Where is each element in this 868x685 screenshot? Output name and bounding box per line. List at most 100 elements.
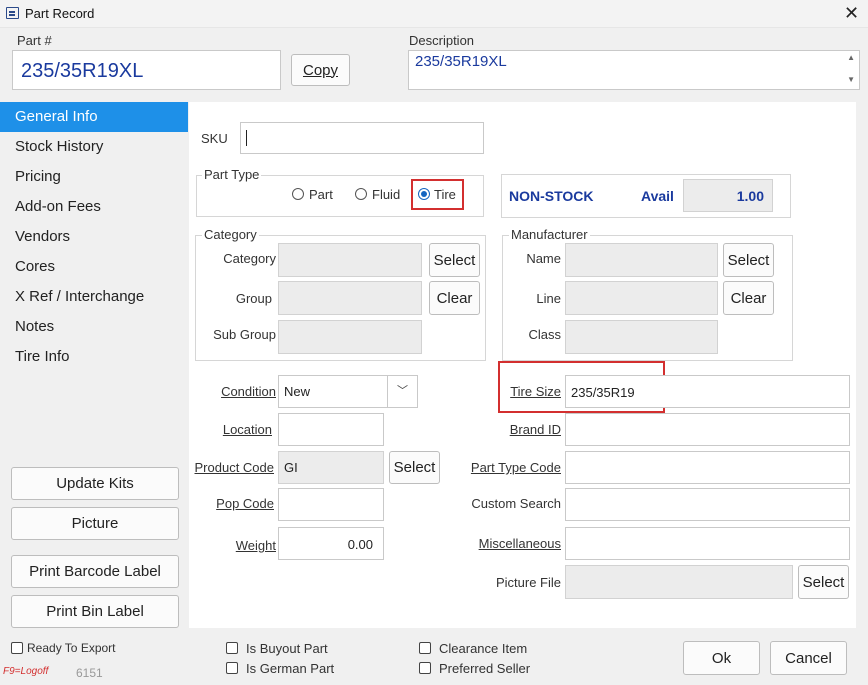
is-german-label: Is German Part: [246, 661, 335, 676]
weight-label: Weight: [196, 538, 276, 553]
picture-file-field: [565, 565, 793, 599]
stock-status: NON-STOCK: [509, 188, 594, 204]
nav-add-on-fees[interactable]: Add-on Fees: [0, 192, 188, 222]
pop-code-label-text: Pop Code: [216, 496, 274, 511]
condition-label: Condition: [196, 384, 276, 399]
clearance-label: Clearance Item: [439, 641, 528, 656]
nav-vendors[interactable]: Vendors: [0, 222, 188, 252]
custom-search-label: Custom Search: [471, 496, 561, 511]
print-bin-label-button[interactable]: Print Bin Label: [11, 595, 179, 628]
part-number-label: Part #: [17, 33, 52, 48]
close-icon[interactable]: ✕: [844, 3, 859, 24]
product-code-select-button[interactable]: Select: [389, 451, 440, 484]
location-label: Location: [196, 422, 272, 437]
class-field: [565, 320, 718, 354]
print-barcode-label-button[interactable]: Print Barcode Label: [11, 555, 179, 588]
cancel-button[interactable]: Cancel: [770, 641, 847, 675]
part-type-code-input[interactable]: [565, 451, 850, 484]
group-field: [278, 281, 422, 315]
group-label: Group: [235, 291, 272, 306]
nav-stock-history[interactable]: Stock History: [0, 132, 188, 162]
condition-value: New: [284, 384, 311, 399]
category-clear-button[interactable]: Clear: [429, 281, 480, 315]
picture-file-label: Picture File: [495, 575, 561, 590]
location-input[interactable]: [278, 413, 384, 446]
brand-id-input[interactable]: [565, 413, 850, 446]
part-type-code-label-text: Part Type Code: [470, 460, 561, 475]
nav-pricing[interactable]: Pricing: [0, 162, 188, 192]
scroll-down-icon[interactable]: ▼: [847, 75, 855, 84]
weight-label-text: Weight: [235, 538, 276, 553]
category-field: [278, 243, 422, 277]
is-buyout-label: Is Buyout Part: [246, 641, 328, 656]
copy-button-label: Copy: [302, 61, 339, 79]
clearance-checkbox[interactable]: [419, 642, 431, 654]
part-type-title: Part Type: [202, 167, 262, 182]
sku-input[interactable]: [240, 122, 484, 154]
line-label: Line: [536, 291, 561, 306]
description-text: 235/35R19XL: [415, 53, 507, 70]
miscellaneous-input[interactable]: [565, 527, 850, 560]
subgroup-field: [278, 320, 422, 354]
nav-general-info[interactable]: General Info: [0, 102, 188, 132]
product-code-label: Product Code: [192, 460, 275, 475]
chevron-down-icon[interactable]: ﹀: [387, 376, 417, 407]
avail-label: Avail: [641, 188, 674, 204]
window-title: Part Record: [25, 6, 95, 21]
is-buyout-checkbox[interactable]: [226, 642, 238, 654]
is-german-checkbox[interactable]: [226, 662, 238, 674]
fluid-radio-label: Fluid: [372, 187, 401, 202]
brand-id-label: Brand ID: [480, 422, 561, 437]
picture-button[interactable]: Picture: [11, 507, 179, 540]
description-input[interactable]: 235/35R19XL ▲ ▼: [408, 50, 860, 90]
part-type-code-label: Part Type Code: [460, 460, 561, 475]
update-kits-button[interactable]: Update Kits: [11, 467, 179, 500]
preferred-seller-checkbox[interactable]: [419, 662, 431, 674]
manufacturer-select-button[interactable]: Select: [723, 243, 774, 277]
scroll-up-icon[interactable]: ▲: [847, 53, 855, 62]
custom-search-input[interactable]: [565, 488, 850, 521]
pop-code-label: Pop Code: [196, 496, 274, 511]
picture-file-select-button[interactable]: Select: [798, 565, 849, 599]
preferred-seller-label: Preferred Seller: [439, 661, 531, 676]
part-radio-label: Part: [309, 187, 333, 202]
part-number-input[interactable]: 235/35R19XL: [12, 50, 281, 90]
category-label: Category: [223, 251, 276, 266]
nav-notes[interactable]: Notes: [0, 312, 188, 342]
ok-button[interactable]: Ok: [683, 641, 760, 675]
condition-label-text: Condition: [221, 384, 276, 399]
line-field: [565, 281, 718, 315]
category-title: Category: [202, 227, 259, 242]
nav-cores[interactable]: Cores: [0, 252, 188, 282]
brand-id-label-text: Brand ID: [509, 422, 561, 437]
manufacturer-title: Manufacturer: [509, 227, 590, 242]
tire-size-label: Tire Size: [500, 384, 561, 399]
location-label-text: Location: [222, 422, 272, 437]
text-cursor: [246, 130, 247, 146]
category-select-button[interactable]: Select: [429, 243, 480, 277]
record-code: 6151: [76, 666, 103, 680]
copy-button[interactable]: Copy: [291, 54, 350, 86]
nav-xref-interchange[interactable]: X Ref / Interchange: [0, 282, 188, 312]
tire-radio-label: Tire: [434, 187, 456, 202]
nav-tire-info[interactable]: Tire Info: [0, 342, 188, 372]
tire-size-label-text: Tire Size: [510, 384, 561, 399]
ready-to-export-label: Ready To Export: [27, 641, 116, 655]
part-radio[interactable]: [292, 188, 304, 200]
class-label: Class: [528, 327, 561, 342]
tire-size-input[interactable]: 235/35R19: [565, 375, 850, 408]
window-icon: [6, 7, 19, 19]
tire-radio[interactable]: [418, 188, 430, 200]
title-bar: Part Record ✕: [0, 0, 868, 28]
sku-label: SKU: [201, 131, 228, 146]
condition-select[interactable]: New ﹀: [278, 375, 418, 408]
pop-code-input[interactable]: [278, 488, 384, 521]
weight-input[interactable]: 0.00: [278, 527, 384, 560]
manufacturer-clear-button[interactable]: Clear: [723, 281, 774, 315]
fluid-radio[interactable]: [355, 188, 367, 200]
f9-logoff-hint: F9=Logoff: [3, 666, 49, 677]
product-code-field: GI: [278, 451, 384, 484]
avail-value: 1.00: [683, 179, 773, 212]
subgroup-label: Sub Group: [213, 327, 276, 342]
ready-to-export-checkbox[interactable]: [11, 642, 23, 654]
